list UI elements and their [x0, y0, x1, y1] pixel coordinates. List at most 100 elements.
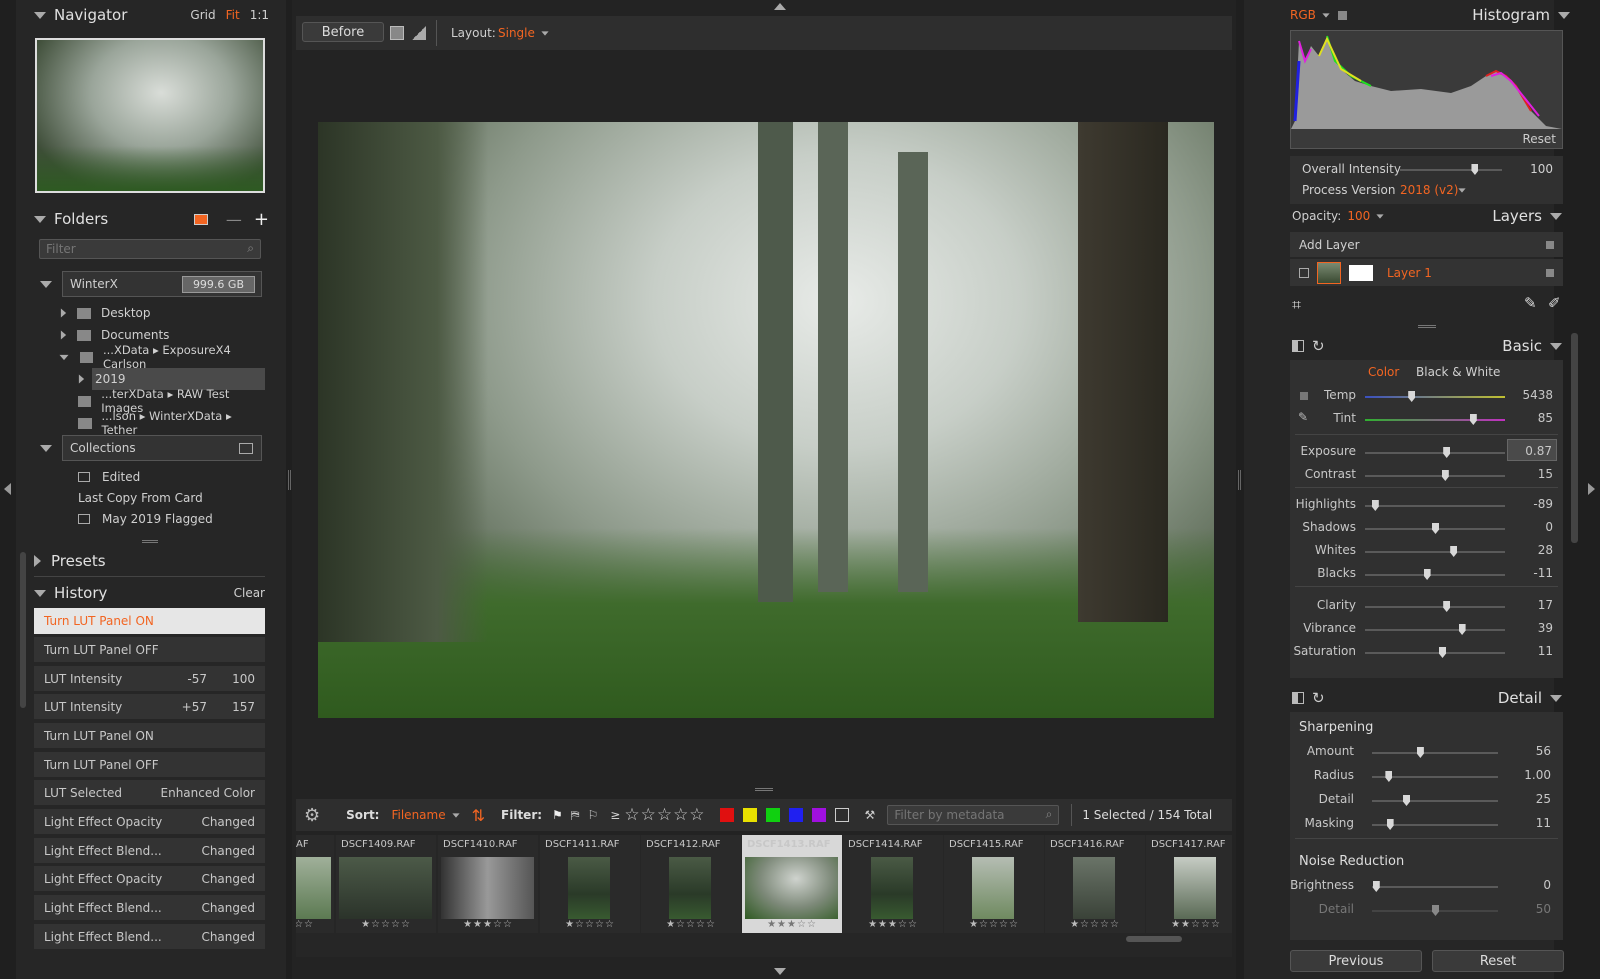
- left-collapse-arrow[interactable]: [4, 483, 11, 495]
- radius-value[interactable]: 1.00: [1524, 768, 1551, 782]
- sharp-detail-slider[interactable]: [1372, 795, 1498, 806]
- saturation-slider[interactable]: [1365, 647, 1505, 658]
- history-item[interactable]: Turn LUT Panel OFF: [34, 752, 265, 779]
- slider-knob[interactable]: [1439, 647, 1446, 658]
- top-collapse-arrow[interactable]: [774, 3, 786, 10]
- film-thumb[interactable]: DSCF1417.RAF ★★☆☆☆: [1146, 835, 1232, 933]
- collapse-icon[interactable]: [1550, 694, 1562, 702]
- film-thumb[interactable]: DSCF1412.RAF ★☆☆☆☆: [641, 835, 741, 933]
- sort-order-icon[interactable]: ⇅: [472, 806, 485, 825]
- amount-slider[interactable]: [1372, 747, 1498, 758]
- contrast-slider[interactable]: [1365, 470, 1505, 481]
- collapse-icon[interactable]: [34, 589, 46, 597]
- history-header[interactable]: History Clear: [34, 583, 265, 603]
- highlights-value[interactable]: -89: [1533, 497, 1553, 511]
- overall-intensity-slider[interactable]: [1400, 164, 1502, 175]
- chevron-down-icon[interactable]: [1376, 213, 1384, 219]
- film-thumb[interactable]: DSCF1414.RAF ★★★☆☆: [843, 835, 943, 933]
- color-label-purple[interactable]: [811, 808, 826, 822]
- reset-icon[interactable]: ↻: [1312, 337, 1325, 355]
- exposure-value[interactable]: 0.87: [1507, 439, 1557, 461]
- reject-flag-icon[interactable]: ⛿: [571, 808, 580, 823]
- temp-value[interactable]: 5438: [1522, 388, 1553, 402]
- reset-button[interactable]: Reset: [1432, 950, 1564, 972]
- saturation-value[interactable]: 11: [1538, 644, 1553, 658]
- rating-filter-stars[interactable]: ☆☆☆☆☆: [624, 805, 705, 825]
- expand-icon[interactable]: [60, 330, 67, 340]
- sharp-detail-value[interactable]: 25: [1536, 792, 1551, 806]
- slider-knob[interactable]: [1432, 523, 1439, 534]
- slider-knob[interactable]: [1385, 771, 1393, 782]
- film-thumb[interactable]: DSCF1409.RAF ★☆☆☆☆: [336, 835, 436, 933]
- layer-name[interactable]: Layer 1: [1387, 266, 1432, 280]
- nav-fit[interactable]: Fit: [226, 8, 240, 22]
- panel-toggle-icon[interactable]: [1292, 340, 1304, 352]
- film-thumb[interactable]: DSCF1411.RAF ★☆☆☆☆: [540, 835, 640, 933]
- noise-detail-slider[interactable]: [1372, 905, 1498, 916]
- reset-icon[interactable]: ↻: [1312, 689, 1325, 707]
- slider-knob[interactable]: [1443, 601, 1451, 612]
- gear-icon[interactable]: ⚙: [304, 805, 320, 826]
- whites-value[interactable]: 28: [1538, 543, 1553, 557]
- presets-header[interactable]: Presets: [34, 551, 269, 571]
- before-button[interactable]: Before: [302, 22, 384, 42]
- collapse-icon[interactable]: [34, 11, 46, 19]
- history-item[interactable]: LUT Intensity -57 100: [34, 666, 265, 693]
- add-layer-menu-icon[interactable]: [1546, 240, 1554, 249]
- history-item[interactable]: LUT Selected Enhanced Color: [34, 780, 265, 807]
- history-item[interactable]: Light Effect Blend... Changed: [34, 838, 265, 865]
- tab-black-white[interactable]: Black & White: [1416, 365, 1500, 379]
- blacks-value[interactable]: -11: [1533, 566, 1553, 580]
- navigator-header[interactable]: Navigator Grid Fit 1:1: [34, 5, 269, 25]
- slider-knob[interactable]: [1403, 795, 1411, 806]
- film-thumb[interactable]: AF ☆☆: [296, 835, 334, 933]
- history-item[interactable]: Light Effect Blend... Changed: [34, 895, 265, 922]
- chevron-down-icon[interactable]: [1458, 188, 1466, 193]
- collapse-icon[interactable]: [34, 215, 46, 223]
- panel-resize-handle[interactable]: [142, 540, 158, 543]
- color-label-blue[interactable]: [788, 808, 803, 822]
- histogram-reset[interactable]: Reset: [1522, 132, 1556, 146]
- slider-knob[interactable]: [1372, 881, 1380, 892]
- slider-knob[interactable]: [1450, 546, 1458, 557]
- layer-visibility-icon[interactable]: [1299, 267, 1309, 278]
- brush-icon[interactable]: ✐: [1548, 294, 1561, 312]
- history-item[interactable]: Turn LUT Panel OFF: [34, 637, 265, 664]
- right-scrollbar[interactable]: [1571, 333, 1578, 543]
- pencil-icon[interactable]: ✎: [1524, 294, 1537, 312]
- noise-detail-value[interactable]: 50: [1536, 902, 1551, 916]
- brightness-value[interactable]: 0: [1543, 878, 1551, 892]
- highlights-slider[interactable]: [1365, 500, 1505, 511]
- vibrance-value[interactable]: 39: [1538, 621, 1553, 635]
- vibrance-slider[interactable]: [1365, 624, 1505, 635]
- history-clear[interactable]: Clear: [234, 586, 265, 600]
- collapse-icon[interactable]: [1558, 11, 1570, 19]
- histogram-mode-select[interactable]: RGB: [1290, 8, 1316, 22]
- metadata-filter[interactable]: ⌕: [887, 805, 1060, 825]
- metadata-filter-input[interactable]: [888, 806, 1034, 824]
- collection-item[interactable]: Edited: [78, 466, 268, 487]
- chevron-down-icon[interactable]: [1322, 12, 1330, 18]
- folder-filter-input[interactable]: [40, 240, 230, 258]
- expand-icon[interactable]: [34, 555, 41, 567]
- process-version-select[interactable]: 2018 (v2): [1400, 183, 1458, 197]
- collection-stack-icon[interactable]: [239, 442, 253, 454]
- folder-item[interactable]: ...lson ▸ WinterXData ▸ Tether: [40, 409, 265, 437]
- flag-icon[interactable]: ⚑: [552, 808, 563, 822]
- amount-value[interactable]: 56: [1536, 744, 1551, 758]
- add-layer-row[interactable]: Add Layer: [1290, 232, 1563, 257]
- split-view-icon[interactable]: [390, 26, 404, 40]
- slider-knob[interactable]: [1458, 624, 1466, 635]
- chevron-down-icon[interactable]: [452, 812, 460, 818]
- panel-resize-handle[interactable]: [1418, 325, 1436, 328]
- collapse-icon[interactable]: [1550, 212, 1562, 220]
- film-thumb[interactable]: DSCF1410.RAF ★★★☆☆: [438, 835, 538, 933]
- folder-open-icon[interactable]: [193, 213, 208, 225]
- expand-icon[interactable]: [78, 374, 85, 384]
- layer-row[interactable]: Layer 1: [1290, 259, 1563, 286]
- masking-value[interactable]: 11: [1536, 816, 1551, 830]
- blacks-slider[interactable]: [1365, 569, 1505, 580]
- color-label-yellow[interactable]: [742, 808, 757, 822]
- clarity-value[interactable]: 17: [1538, 598, 1553, 612]
- film-thumb[interactable]: DSCF1415.RAF ★☆☆☆☆: [944, 835, 1044, 933]
